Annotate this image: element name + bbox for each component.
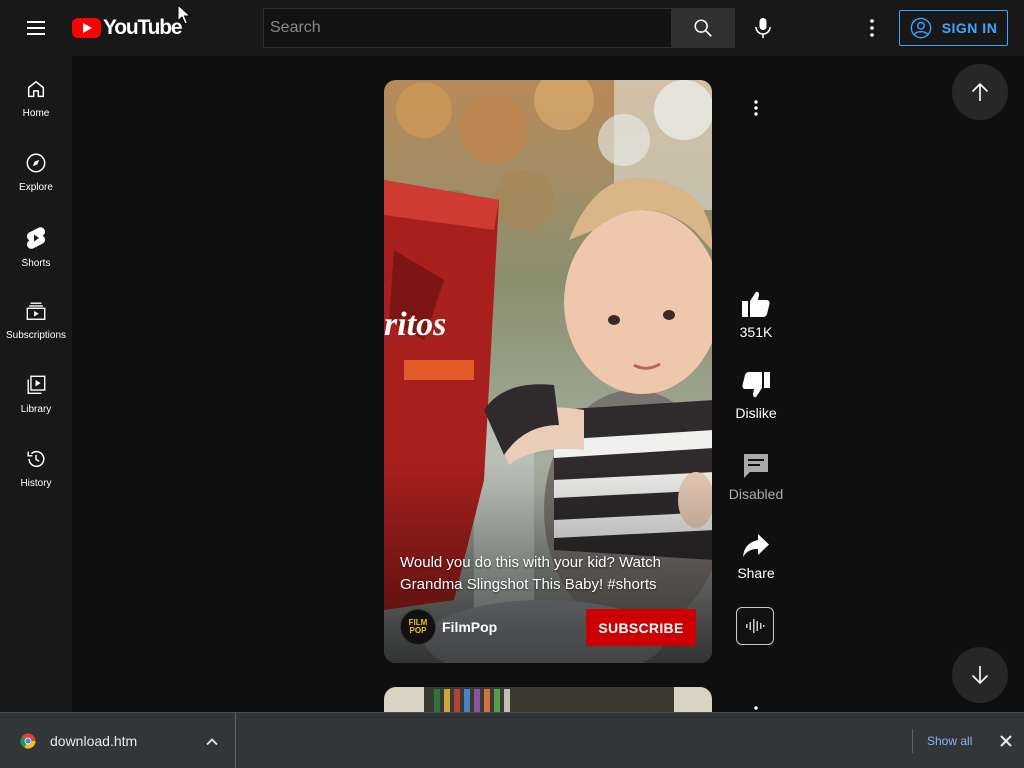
sidebar-item-label: Home	[22, 108, 50, 119]
home-icon	[27, 80, 45, 98]
compass-icon	[26, 153, 46, 173]
account-icon	[910, 17, 931, 39]
comment-icon	[744, 454, 768, 478]
like-count: 351K	[739, 324, 773, 340]
short-video-player[interactable]: ritos Would you do this with your kid? W…	[384, 80, 712, 663]
sidebar-item-library[interactable]: Library	[0, 360, 72, 434]
audio-waveform-icon	[746, 619, 765, 633]
sign-in-button[interactable]: SIGN IN	[899, 10, 1008, 46]
sidebar-item-history[interactable]: History	[0, 434, 72, 508]
comments-label: Disabled	[728, 486, 784, 502]
microphone-icon	[755, 18, 771, 38]
chevron-up-icon[interactable]	[204, 734, 220, 750]
sidebar-item-label: Explore	[19, 182, 53, 193]
sidebar-item-label: History	[20, 478, 52, 489]
comments-button[interactable]: Disabled	[724, 452, 788, 502]
sidebar-item-shorts[interactable]: Shorts	[0, 212, 72, 286]
thumbs-down-icon	[742, 372, 770, 398]
dislike-label: Dislike	[735, 405, 777, 421]
sidebar: Home Explore Shorts Subscriptions Librar…	[0, 56, 72, 712]
short-more-button[interactable]	[744, 96, 768, 120]
youtube-shorts-page: YouTube Search SIGN IN Home Explore Shor…	[0, 0, 1024, 768]
library-icon	[27, 375, 46, 394]
history-icon	[27, 451, 45, 468]
thumbs-up-icon	[742, 291, 770, 317]
arrow-down-icon	[971, 666, 989, 685]
like-button[interactable]: 351K	[724, 290, 788, 340]
share-icon	[743, 534, 769, 557]
youtube-play-icon	[72, 18, 101, 38]
logo-text: YouTube	[103, 16, 183, 39]
dislike-button[interactable]: Dislike	[724, 371, 788, 421]
chrome-icon	[20, 733, 36, 749]
search-input[interactable]	[263, 8, 671, 48]
channel-row: FILM POP FilmPop SUBSCRIBE	[400, 608, 696, 646]
sign-in-label: SIGN IN	[941, 20, 998, 36]
channel-name[interactable]: FilmPop	[442, 619, 497, 635]
sidebar-item-home[interactable]: Home	[0, 64, 72, 138]
search-bar	[263, 8, 735, 48]
sidebar-item-explore[interactable]: Explore	[0, 138, 72, 212]
more-vertical-icon	[754, 706, 758, 710]
sidebar-item-label: Shorts	[21, 258, 51, 269]
video-caption: Would you do this with your kid? Watch G…	[400, 554, 661, 593]
settings-more-button[interactable]	[860, 16, 884, 40]
search-icon	[694, 19, 712, 37]
mouse-cursor-icon	[177, 4, 191, 25]
download-item[interactable]: download.htm	[0, 713, 236, 768]
sidebar-item-label: Library	[20, 404, 52, 415]
top-bar: YouTube Search SIGN IN	[0, 0, 1024, 56]
share-label: Share	[737, 565, 775, 581]
next-short-more-button[interactable]	[744, 700, 768, 712]
youtube-logo[interactable]: YouTube	[72, 16, 183, 40]
sound-button[interactable]	[736, 607, 774, 645]
browser-download-bar: download.htm Show all	[0, 712, 1024, 768]
previous-short-button[interactable]	[952, 64, 1008, 120]
shorts-icon	[26, 227, 46, 249]
download-filename: download.htm	[50, 733, 138, 749]
sidebar-item-label: Subscriptions	[5, 330, 67, 341]
share-button[interactable]: Share	[724, 533, 788, 581]
search-button[interactable]	[671, 8, 735, 48]
sidebar-item-subscriptions[interactable]: Subscriptions	[0, 286, 72, 360]
subscriptions-icon	[26, 302, 46, 320]
next-short-button[interactable]	[952, 647, 1008, 703]
channel-avatar[interactable]: FILM POP	[400, 609, 436, 645]
voice-search-button[interactable]	[743, 8, 783, 48]
arrow-up-icon	[971, 82, 989, 101]
channel-avatar-text-line2: POP	[409, 626, 427, 635]
more-vertical-icon	[870, 19, 874, 37]
show-all-downloads-button[interactable]: Show all	[912, 729, 986, 753]
subscribe-button[interactable]: SUBSCRIBE	[586, 609, 696, 646]
more-vertical-icon	[754, 100, 758, 116]
menu-icon[interactable]	[22, 16, 50, 40]
close-icon[interactable]	[996, 731, 1016, 751]
